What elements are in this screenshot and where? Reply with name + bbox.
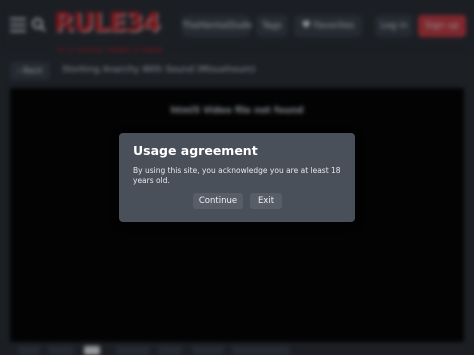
dialog-title: Usage agreement [133, 143, 258, 158]
exit-label: Exit [257, 196, 275, 206]
continue-button[interactable]: Continue [193, 193, 243, 209]
usage-agreement-dialog: Usage agreement By using this site, you … [119, 133, 355, 222]
dialog-message: By using this site, you acknowledge you … [133, 166, 341, 185]
exit-button[interactable]: Exit [250, 193, 282, 209]
continue-label: Continue [198, 196, 238, 206]
